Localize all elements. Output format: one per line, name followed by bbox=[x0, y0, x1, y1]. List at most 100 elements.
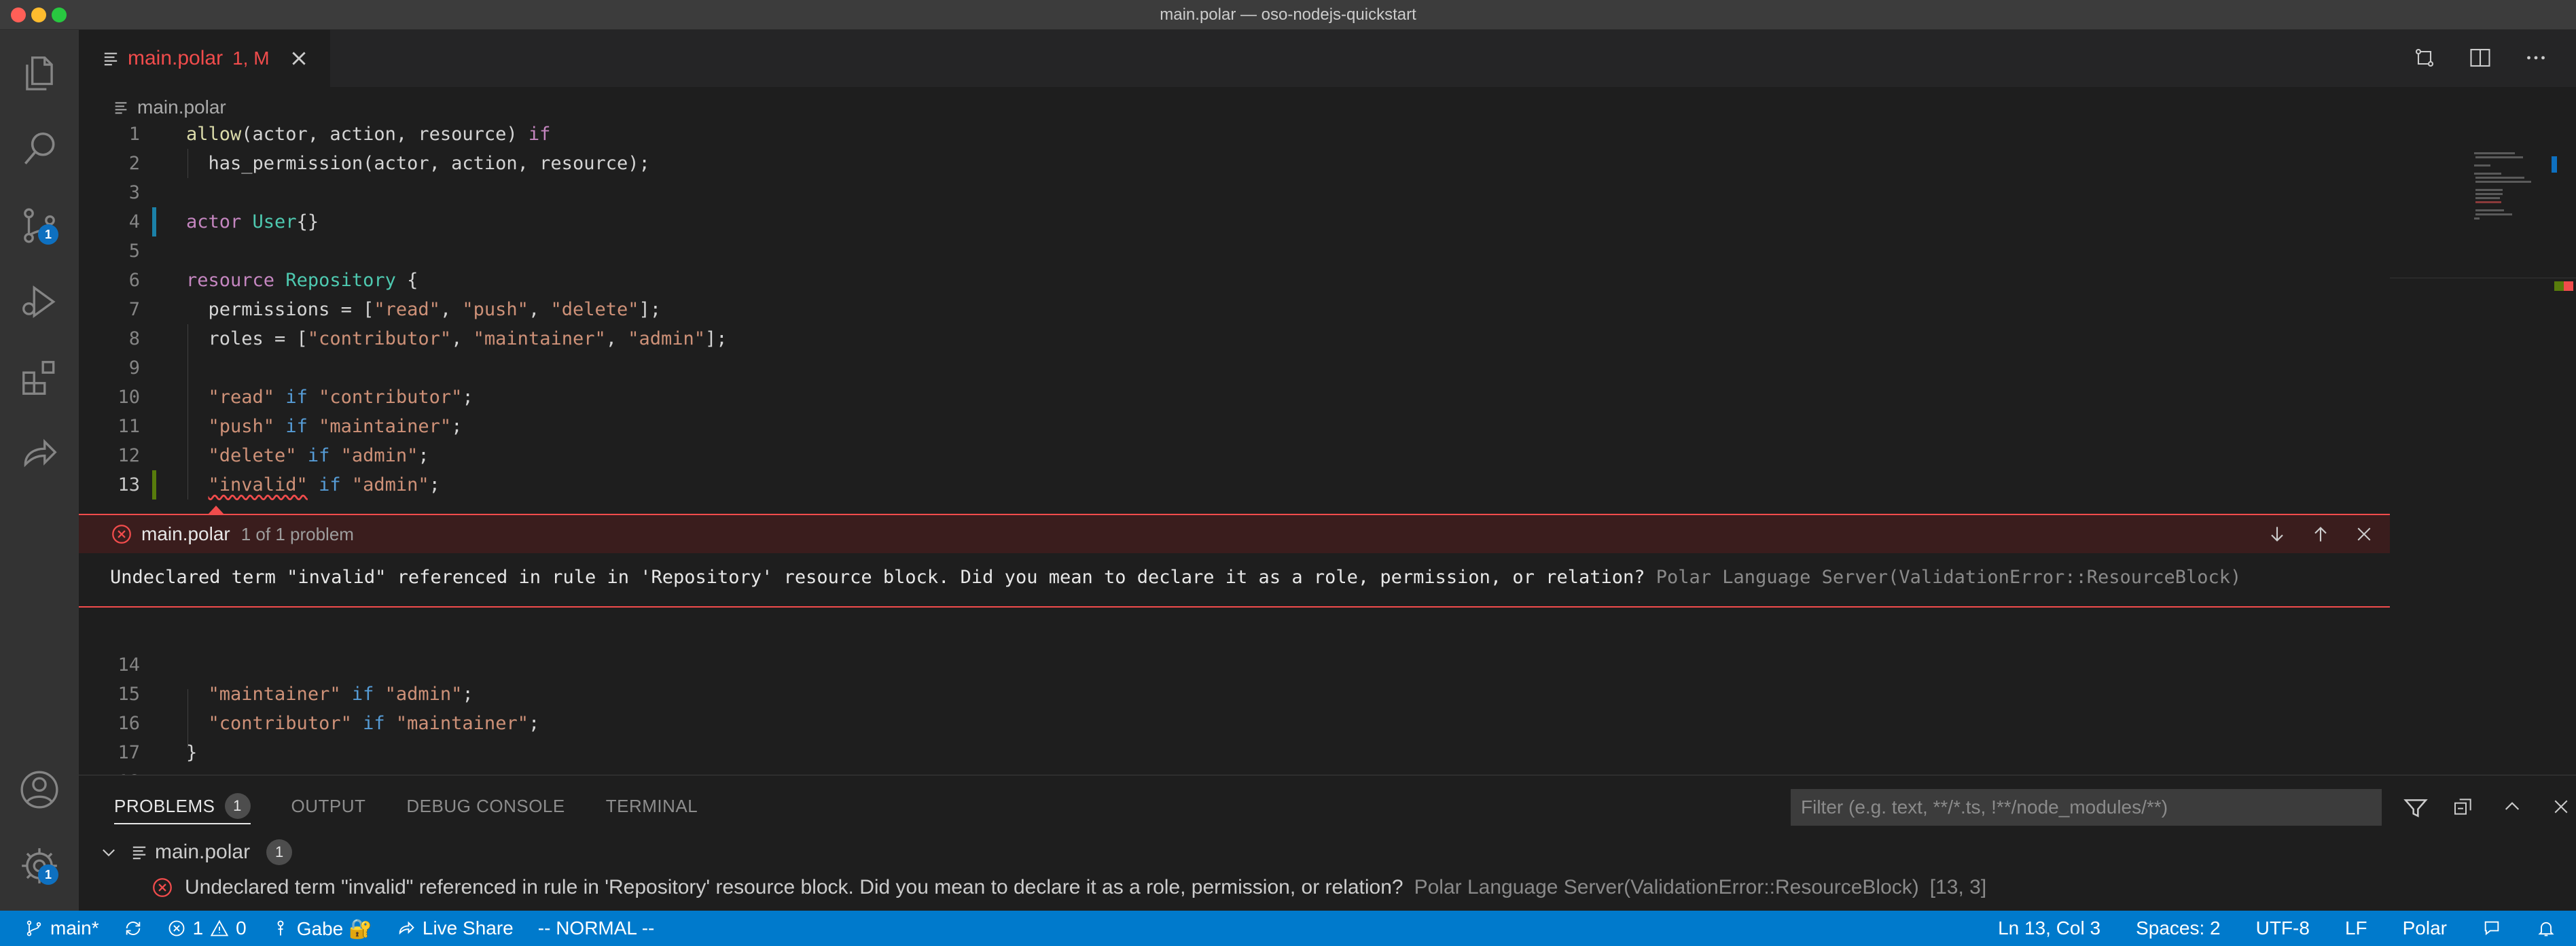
close-icon[interactable] bbox=[2352, 522, 2376, 546]
live-share-status[interactable]: Live Share bbox=[397, 917, 514, 939]
search-icon[interactable] bbox=[16, 126, 62, 173]
split-editor-icon[interactable] bbox=[2467, 45, 2493, 71]
notifications-bell-icon[interactable] bbox=[2537, 919, 2556, 938]
tab-debug-console[interactable]: DEBUG CONSOLE bbox=[406, 775, 565, 837]
user-status[interactable]: Gabe 🔐 bbox=[271, 917, 372, 940]
sync-icon[interactable] bbox=[124, 919, 143, 938]
code-line: 4 actor User{} bbox=[79, 207, 2389, 236]
editor-area: main.polar 1, M main.polar 1 allow(actor,… bbox=[79, 30, 2576, 792]
problem-message: Undeclared term "invalid" referenced in … bbox=[185, 876, 1403, 898]
problem-source: Polar Language Server(ValidationError::R… bbox=[1414, 876, 1919, 898]
problem-item[interactable]: Undeclared term "invalid" referenced in … bbox=[151, 871, 1986, 905]
breadcrumb[interactable]: main.polar bbox=[114, 91, 226, 124]
tab-main-polar[interactable]: main.polar 1, M bbox=[79, 30, 330, 87]
modified-gutter-marker bbox=[152, 207, 156, 236]
close-icon[interactable] bbox=[290, 50, 308, 67]
overview-ruler-error bbox=[2564, 281, 2573, 291]
previous-problem-icon[interactable] bbox=[2308, 522, 2333, 546]
error-icon bbox=[112, 525, 131, 544]
code-line: 2 has_permission(actor, action, resource… bbox=[128, 153, 650, 174]
error-icon bbox=[153, 878, 172, 897]
encoding-status[interactable]: UTF-8 bbox=[2256, 917, 2310, 939]
problem-peek-widget: main.polar 1 of 1 problem Undeclared ter… bbox=[79, 506, 2390, 608]
problem-group-count: 1 bbox=[266, 839, 293, 865]
title-bar: main.polar — oso-nodejs-quickstart bbox=[0, 0, 2576, 30]
problem-location: [13, 3] bbox=[1929, 876, 1987, 898]
code-line: 7 permissions = ["read", "push", "delete… bbox=[128, 299, 662, 320]
cursor-position-status[interactable]: Ln 13, Col 3 bbox=[1998, 917, 2100, 939]
chevron-down-icon[interactable] bbox=[99, 843, 118, 862]
person-pin-icon bbox=[277, 920, 284, 936]
code-line: 6 resource Repository { bbox=[128, 270, 418, 291]
git-branch-icon bbox=[26, 920, 41, 936]
open-changes-icon[interactable] bbox=[2412, 45, 2437, 71]
settings-gear-icon[interactable]: 1 bbox=[16, 843, 62, 889]
code-line: 15 "maintainer" if "admin"; bbox=[118, 684, 473, 705]
peek-count: 1 of 1 problem bbox=[240, 523, 354, 544]
account-icon[interactable] bbox=[16, 767, 62, 813]
code-line: 3 bbox=[128, 182, 140, 203]
tab-terminal[interactable]: TERMINAL bbox=[606, 775, 698, 837]
file-lines-icon bbox=[104, 52, 118, 66]
code-line: 10 "read" if "contributor"; bbox=[118, 387, 473, 408]
next-problem-icon[interactable] bbox=[2265, 522, 2289, 546]
code-line: 16 "contributor" if "maintainer"; bbox=[118, 713, 540, 734]
panel-actions bbox=[2452, 794, 2572, 819]
source-control-icon[interactable]: 1 bbox=[16, 203, 62, 249]
settings-badge: 1 bbox=[38, 864, 58, 885]
eol-status[interactable]: LF bbox=[2345, 917, 2367, 939]
bottom-panel: PROBLEMS 1 OUTPUT DEBUG CONSOLE TERMINAL … bbox=[79, 775, 2576, 911]
window-title: main.polar — oso-nodejs-quickstart bbox=[1160, 5, 1416, 24]
problems-status[interactable]: 1 0 bbox=[167, 917, 247, 939]
live-share-icon bbox=[399, 921, 414, 935]
collapse-all-icon[interactable] bbox=[2452, 794, 2474, 819]
editor-actions bbox=[2412, 45, 2549, 71]
code-line: 1 allow(actor, action, resource) if bbox=[128, 124, 551, 145]
peek-file: main.polar bbox=[141, 523, 230, 544]
code-line: 8 roles = ["contributor", "maintainer", … bbox=[128, 328, 728, 349]
tab-bar: main.polar 1, M bbox=[79, 30, 2576, 87]
problems-count-badge: 1 bbox=[224, 793, 251, 819]
problem-group-file: main.polar bbox=[155, 841, 251, 863]
filter-icon[interactable] bbox=[2402, 794, 2429, 822]
peek-message: Undeclared term "invalid" referenced in … bbox=[110, 567, 1645, 588]
branch-status[interactable]: main* bbox=[24, 917, 99, 939]
live-share-icon[interactable] bbox=[16, 431, 62, 477]
tab-output[interactable]: OUTPUT bbox=[291, 775, 366, 837]
language-mode-status[interactable]: Polar bbox=[2403, 917, 2447, 939]
code-line: 5 bbox=[128, 241, 140, 262]
tab-problems[interactable]: PROBLEMS 1 bbox=[114, 775, 251, 837]
code-line: 11 "push" if "maintainer"; bbox=[118, 416, 463, 437]
file-lines-icon bbox=[115, 102, 127, 114]
tab-status: 1, M bbox=[232, 48, 270, 69]
problems-filter-input[interactable]: Filter (e.g. text, **/*.ts, !**/node_mod… bbox=[1791, 789, 2382, 826]
status-bar: main* 1 0 Gabe 🔐 Live Share -- NORMAL --… bbox=[0, 911, 2576, 946]
source-control-badge: 1 bbox=[38, 224, 58, 245]
peek-source: Polar Language Server(ValidationError::R… bbox=[1656, 567, 2242, 588]
code-line: 12 "delete" if "admin"; bbox=[118, 445, 429, 466]
run-debug-icon[interactable] bbox=[16, 279, 62, 325]
feedback-icon[interactable] bbox=[2482, 919, 2501, 938]
peek-message-row: Undeclared term "invalid" referenced in … bbox=[110, 567, 2241, 588]
problem-group-row[interactable]: main.polar 1 bbox=[99, 835, 293, 869]
extensions-icon[interactable] bbox=[16, 355, 62, 401]
indentation-status[interactable]: Spaces: 2 bbox=[2136, 917, 2221, 939]
maximize-panel-icon[interactable] bbox=[2501, 794, 2523, 819]
breadcrumb-file: main.polar bbox=[137, 97, 226, 118]
vim-mode-status: -- NORMAL -- bbox=[537, 917, 655, 939]
peek-header: main.polar 1 of 1 problem bbox=[79, 515, 2390, 553]
file-lines-icon bbox=[132, 846, 146, 860]
error-icon bbox=[168, 920, 185, 936]
added-gutter-marker bbox=[152, 470, 156, 500]
files-icon[interactable] bbox=[16, 50, 62, 97]
tab-label: main.polar bbox=[128, 47, 223, 69]
warning-icon bbox=[210, 919, 229, 936]
code-line: 14 bbox=[118, 654, 140, 676]
minimap[interactable] bbox=[2390, 120, 2576, 775]
overview-ruler-added bbox=[2554, 281, 2564, 291]
panel-tabs: PROBLEMS 1 OUTPUT DEBUG CONSOLE TERMINAL bbox=[114, 775, 698, 837]
scrollbar-thumb[interactable] bbox=[2552, 156, 2557, 173]
peek-caret bbox=[208, 506, 224, 514]
more-actions-icon[interactable] bbox=[2523, 45, 2549, 71]
close-panel-icon[interactable] bbox=[2550, 794, 2572, 819]
